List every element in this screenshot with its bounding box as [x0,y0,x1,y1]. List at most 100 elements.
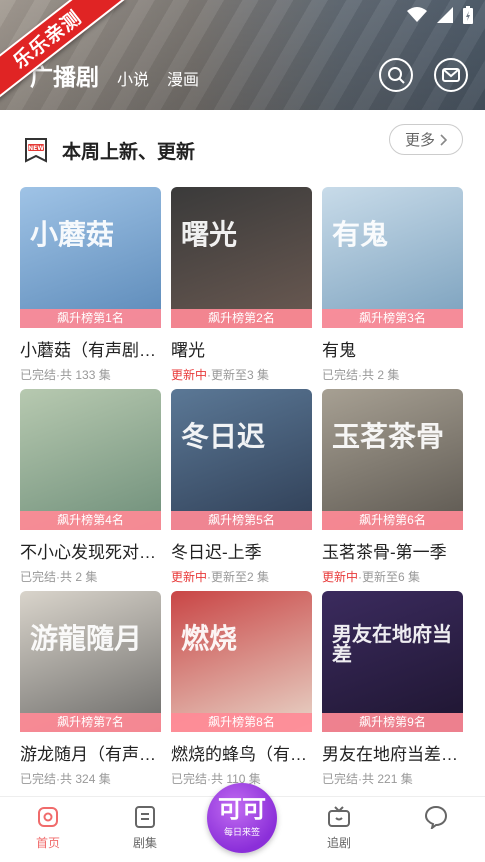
drama-episode-count: ·共 221 集 [358,772,413,786]
drama-meta: 更新中·更新至6 集 [322,568,463,585]
nav-home[interactable]: 首页 [18,805,78,851]
drama-cover[interactable]: 男友在地府当差飙升榜第9名 [322,591,463,732]
rank-badge: 飙升榜第3名 [322,309,463,328]
drama-episode-count: ·共 324 集 [56,772,111,786]
cover-title-art: 冬日迟 [181,421,266,452]
drama-meta: 更新中·更新至2 集 [171,568,312,585]
nav-profile[interactable] [406,805,466,834]
message-button[interactable] [434,58,468,92]
drama-card[interactable]: 玉茗茶骨飙升榜第6名玉茗茶骨-第一季更新中·更新至6 集 [322,389,463,585]
drama-title[interactable]: 玉茗茶骨-第一季 [322,538,463,563]
badge-sub-text: 每日来签 [223,827,260,837]
drama-card[interactable]: 有鬼 飙升榜第3名 有鬼 已完结·共 2 集 [322,187,463,383]
daily-checkin-badge[interactable]: 可可 每日来签 [207,783,277,853]
drama-status: 更新中 [171,368,208,382]
drama-cover[interactable]: 飙升榜第4名 [20,389,161,530]
battery-icon [463,6,473,24]
drama-card[interactable]: 游龍隨月飙升榜第7名游龙随月（有声… 已完结·共 324 集 [20,591,161,787]
drama-title[interactable]: 男友在地府当差… [322,740,463,765]
rank-badge: 飙升榜第5名 [171,511,312,530]
drama-meta: 已完结·共 324 集 [20,770,161,787]
more-label: 更多 [404,132,435,149]
drama-status: 更新中 [322,570,359,584]
drama-episode-count: ·更新至2 集 [207,570,270,584]
svg-text:NEW: NEW [28,145,44,152]
drama-status: 已完结 [20,772,57,786]
nav-following[interactable]: 追剧 [309,805,369,851]
rank-badge: 飙升榜第9名 [322,713,463,732]
nav-series[interactable]: 剧集 [115,805,175,851]
drama-title[interactable]: 曙光 [171,336,312,361]
drama-cover[interactable]: 玉茗茶骨飙升榜第6名 [322,389,463,530]
tab-comic[interactable]: 漫画 [167,66,199,90]
drama-cover[interactable]: 冬日迟飙升榜第5名 [171,389,312,530]
rank-badge: 飙升榜第6名 [322,511,463,530]
drama-cover[interactable]: 曙光飙升榜第2名 [171,187,312,328]
rank-badge: 飙升榜第1名 [20,309,161,328]
more-button[interactable]: 更多 [389,124,463,155]
rank-badge: 飙升榜第7名 [20,713,161,732]
nav-series-label: 剧集 [132,836,157,850]
cover-art [171,591,312,732]
tab-novel[interactable]: 小说 [117,66,149,90]
content-card: NEW 本周上新、更新 更多 小蘑菇 飙升榜第1名 小蘑菇（有声剧… 已完结·共 13… [0,110,485,796]
drama-title[interactable]: 不小心发现死对… [20,538,161,563]
cover-title-art: 小蘑菇 [30,219,115,250]
drama-episode-count: ·共 133 集 [56,368,111,382]
drama-status: 更新中 [171,570,208,584]
cover-art [171,389,312,530]
drama-meta: 已完结·共 221 集 [322,770,463,787]
drama-cover[interactable]: 游龍隨月飙升榜第7名 [20,591,161,732]
cover-art [322,389,463,530]
cover-title-art: 曙光 [181,219,238,250]
drama-cover[interactable]: 燃烧 飙升榜第8名 [171,591,312,732]
drama-title[interactable]: 游龙随月（有声… [20,740,161,765]
drama-card[interactable]: 男友在地府当差飙升榜第9名男友在地府当差… 已完结·共 221 集 [322,591,463,787]
drama-title[interactable]: 小蘑菇（有声剧… [20,336,161,361]
drama-card[interactable]: 燃烧 飙升榜第8名 燃烧的蜂鸟（有… 已完结·共 110 集 [171,591,312,787]
drama-title[interactable]: 燃烧的蜂鸟（有… [171,740,312,765]
cover-art [20,389,161,530]
cover-title-art: 有鬼 [332,219,389,250]
drama-cover[interactable]: 小蘑菇飙升榜第1名 [20,187,161,328]
nav-following-label: 追剧 [326,836,351,850]
drama-meta: 已完结·共 2 集 [322,366,463,383]
drama-meta: 更新中·更新至3 集 [171,366,312,383]
drama-status: 已完结 [322,772,359,786]
drama-card[interactable]: 曙光 飙升榜第2名 曙光 更新中·更新至3 集 [171,187,312,383]
drama-card[interactable]: 飙升榜第4名 不小心发现死对… 已完结·共 2 集 [20,389,161,585]
home-icon [38,807,58,827]
cover-art [171,187,312,328]
nav-home-label: 首页 [35,836,60,850]
drama-status: 已完结 [322,368,359,382]
cover-title-art: 燃烧 [181,623,238,654]
drama-status: 已完结 [20,570,57,584]
tv-icon [328,806,350,827]
drama-status: 已完结 [20,368,57,382]
cover-title-art: 男友在地府当差 [332,624,452,666]
search-icon [388,67,405,84]
drama-card[interactable]: 冬日迟飙升榜第5名冬日迟-上季更新中·更新至2 集 [171,389,312,585]
drama-title[interactable]: 有鬼 [322,336,463,361]
mail-icon [442,68,460,82]
rank-badge: 飙升榜第2名 [171,309,312,328]
drama-title[interactable]: 冬日迟-上季 [171,538,312,563]
cover-art [20,187,161,328]
wifi-icon [407,7,427,22]
cover-title-art: 玉茗茶骨 [332,421,445,452]
drama-status: 已完结 [171,772,208,786]
status-bar [407,6,473,24]
top-tabs: 广播剧 小说 漫画 [30,58,199,92]
badge-main-text: 可可 [218,796,266,823]
list-icon [135,806,155,828]
drama-episode-count: ·更新至6 集 [358,570,421,584]
cover-art [322,187,463,328]
rank-badge: 飙升榜第4名 [20,511,161,530]
search-button[interactable] [379,58,413,92]
signal-icon [437,7,453,23]
cover-title-art: 游龍隨月 [30,623,143,654]
drama-cover[interactable]: 有鬼飙升榜第3名 [322,187,463,328]
bottom-nav: 首页 剧集 可可 每日来签 追剧 [0,783,485,862]
drama-card[interactable]: 小蘑菇飙升榜第1名小蘑菇（有声剧… 已完结·共 133 集 [20,187,161,383]
cover-art [20,591,161,732]
